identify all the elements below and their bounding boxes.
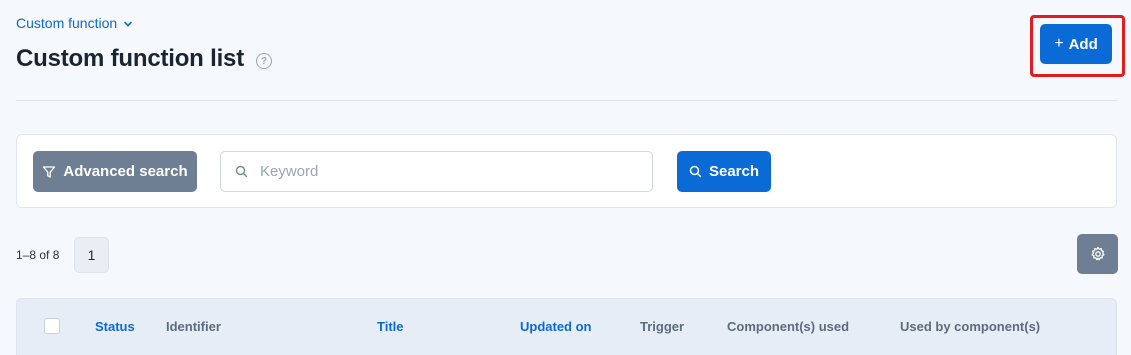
column-header-components-used: Component(s) used bbox=[727, 319, 850, 334]
column-header-trigger: Trigger bbox=[640, 319, 685, 334]
add-button-label: Add bbox=[1068, 35, 1098, 53]
column-header-status[interactable]: Status bbox=[95, 319, 135, 334]
keyword-input[interactable] bbox=[260, 163, 640, 180]
select-all-checkbox[interactable] bbox=[44, 318, 60, 334]
column-header-used-by-components: Used by component(s) bbox=[900, 319, 1041, 334]
pagination-range: 1–8 of 8 bbox=[16, 248, 60, 262]
column-header-updated-on[interactable]: Updated on bbox=[520, 319, 592, 334]
add-button[interactable]: + Add bbox=[1040, 24, 1112, 64]
advanced-search-label: Advanced search bbox=[63, 163, 188, 180]
page-title: Custom function list ? bbox=[16, 45, 272, 73]
keyword-field[interactable] bbox=[220, 151, 653, 192]
filter-icon bbox=[43, 165, 56, 178]
page-button-1[interactable]: 1 bbox=[74, 237, 109, 273]
column-header-identifier: Identifier bbox=[166, 319, 221, 334]
advanced-search-button[interactable]: Advanced search bbox=[33, 151, 197, 192]
search-icon bbox=[689, 165, 702, 178]
search-icon bbox=[235, 165, 248, 178]
search-panel: Advanced search Search bbox=[16, 134, 1117, 208]
gear-icon bbox=[1090, 246, 1105, 261]
breadcrumb[interactable]: Custom function bbox=[16, 15, 133, 31]
breadcrumb-label: Custom function bbox=[16, 15, 118, 31]
table-header: Status Identifier Title Updated on Trigg… bbox=[16, 298, 1117, 355]
table-settings-button[interactable] bbox=[1077, 234, 1118, 274]
help-icon[interactable]: ? bbox=[256, 53, 272, 69]
header-divider bbox=[16, 100, 1117, 101]
search-button[interactable]: Search bbox=[677, 151, 771, 192]
plus-icon: + bbox=[1054, 35, 1064, 52]
chevron-down-icon bbox=[124, 21, 132, 27]
page-title-text: Custom function list bbox=[16, 45, 244, 72]
column-header-title[interactable]: Title bbox=[377, 319, 404, 334]
search-button-label: Search bbox=[708, 163, 760, 180]
